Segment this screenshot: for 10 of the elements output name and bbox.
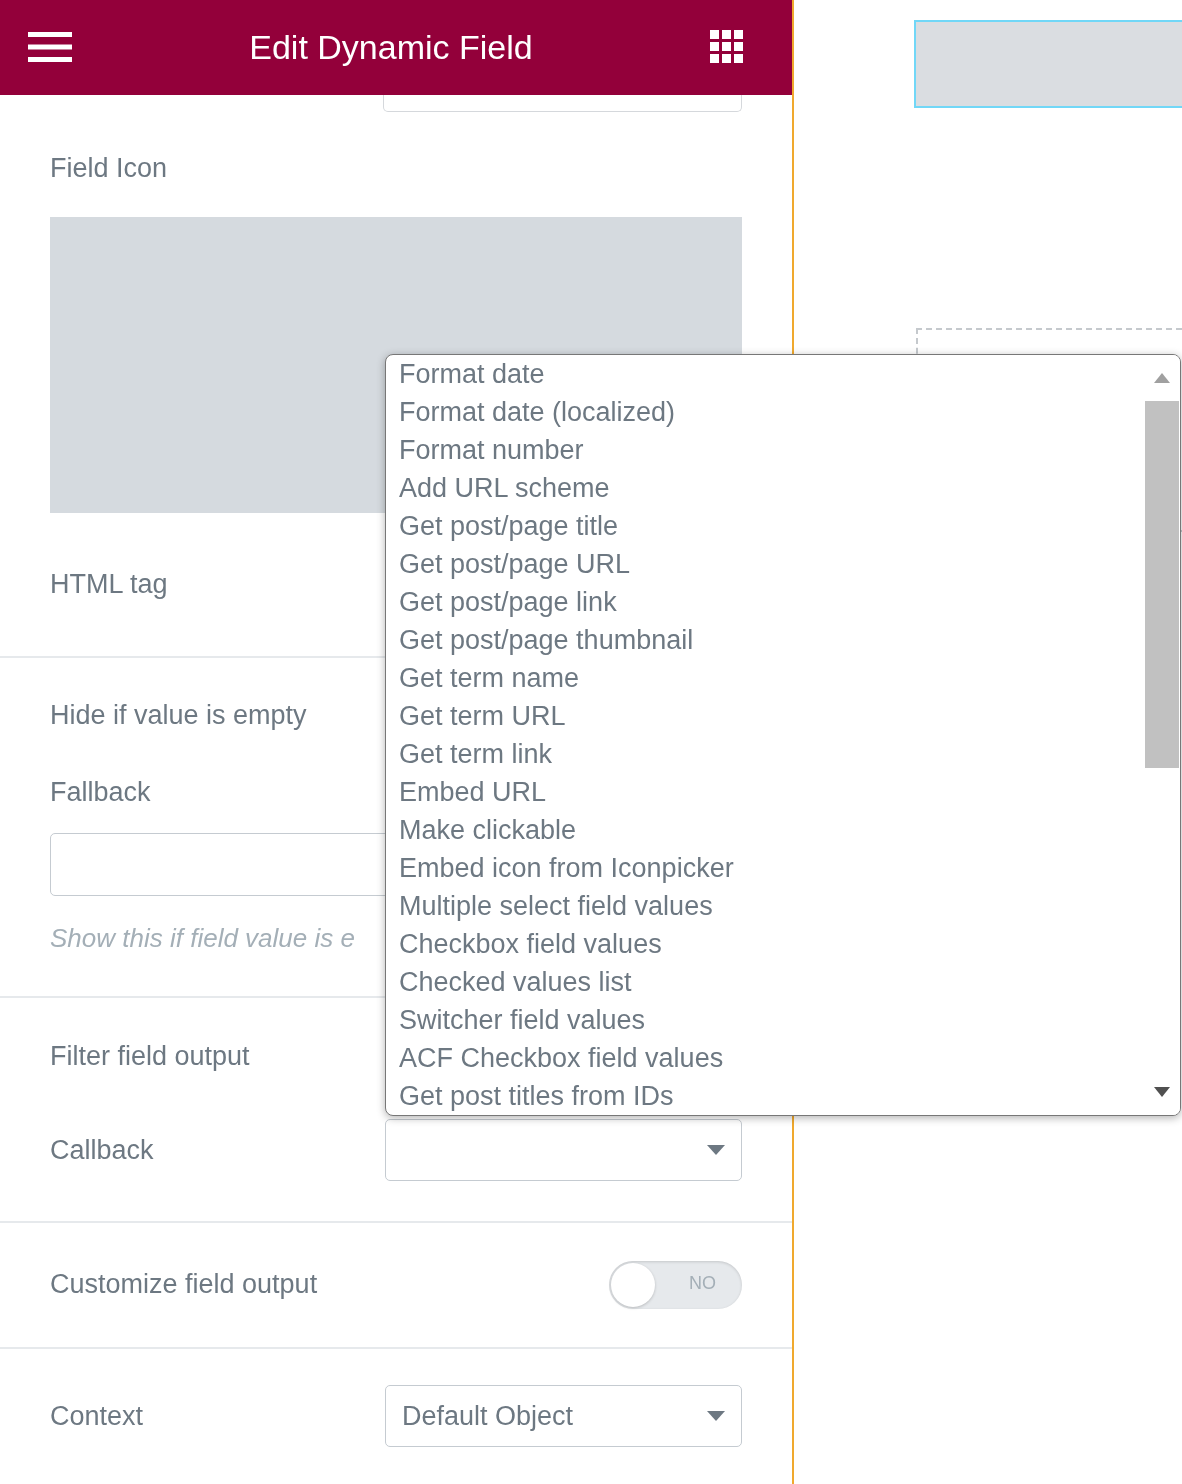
field-label: Fallback <box>50 777 151 809</box>
field-label: Customize field output <box>50 1269 318 1301</box>
field-label: HTML tag <box>50 569 168 600</box>
panel-title: Edit Dynamic Field <box>249 27 533 67</box>
field-label: Filter field output <box>50 1041 250 1073</box>
field-label: Callback <box>50 1134 154 1166</box>
field-hint: Show this if field value is e <box>50 922 355 954</box>
field-label: Field Icon <box>50 151 168 184</box>
field-label: Hide if value is empty <box>50 700 307 732</box>
field-label: Context <box>50 1400 144 1432</box>
